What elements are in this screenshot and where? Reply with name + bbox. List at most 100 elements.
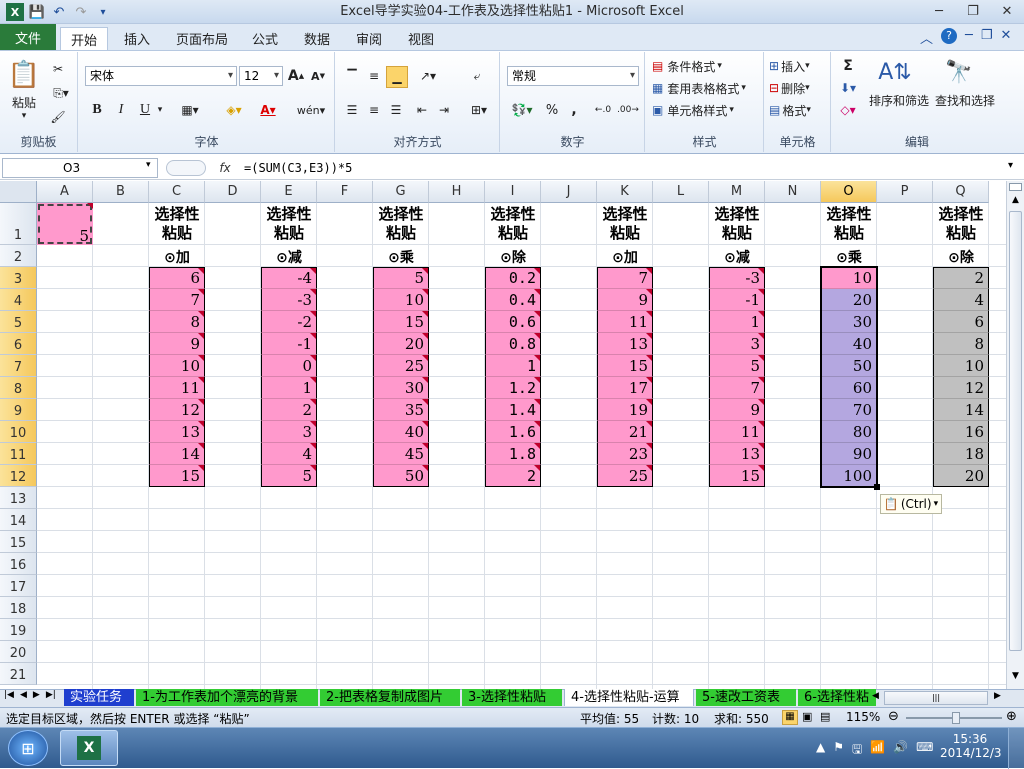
data-cell[interactable]: 18 (933, 443, 989, 465)
close-icon[interactable]: ✕ (990, 0, 1024, 22)
decrease-decimal-icon[interactable]: .00→ (617, 100, 639, 120)
data-cell[interactable]: 2 (485, 465, 541, 487)
delete-cells-button[interactable]: ⊟ 删除 ▾ (769, 78, 829, 98)
language-icon[interactable]: ⌨ (916, 740, 933, 761)
data-cell[interactable]: 7 (597, 267, 653, 289)
row-header[interactable]: 12 (0, 465, 37, 487)
data-cell[interactable]: 19 (597, 399, 653, 421)
data-cell[interactable]: 3 (261, 421, 317, 443)
clock[interactable]: 15:36 2014/12/3 (940, 732, 1002, 760)
data-cell[interactable]: 3 (709, 333, 765, 355)
show-hidden-icons-icon[interactable]: ▲ (816, 740, 825, 761)
zoom-in-icon[interactable]: ⊕ (1006, 709, 1017, 724)
insert-function-button[interactable]: fx (214, 158, 236, 178)
data-cell[interactable]: 35 (373, 399, 429, 421)
column-header[interactable]: Q (933, 181, 989, 203)
font-color-icon[interactable]: A▾ (253, 100, 283, 120)
data-cell[interactable]: 7 (149, 289, 205, 311)
row-header[interactable]: 6 (0, 333, 37, 355)
flag-icon[interactable]: ⚑ (833, 740, 844, 761)
fill-color-icon[interactable]: ◈▾ (219, 100, 249, 120)
sheet-tab-2[interactable]: 2-把表格复制成图片 (320, 689, 460, 706)
column-header[interactable]: F (317, 181, 373, 203)
cell-a1[interactable]: 5 (37, 203, 93, 245)
align-left-icon[interactable]: ☰ (342, 100, 362, 120)
column-header[interactable]: N (765, 181, 821, 203)
data-cell[interactable]: 45 (373, 443, 429, 465)
row-header[interactable]: 5 (0, 311, 37, 333)
underline-button[interactable]: U (135, 100, 155, 120)
column-header[interactable]: D (205, 181, 261, 203)
data-cell[interactable]: 1.6 (485, 421, 541, 443)
column-header[interactable]: G (373, 181, 429, 203)
data-cell[interactable]: 9 (597, 289, 653, 311)
data-cell[interactable]: 0.6 (485, 311, 541, 333)
data-cell[interactable]: 21 (597, 421, 653, 443)
split-box[interactable] (1009, 183, 1022, 191)
data-cell[interactable]: 5 (261, 465, 317, 487)
formula-bar-handle[interactable] (166, 160, 206, 176)
format-cells-button[interactable]: ▤ 格式 ▾ (769, 100, 829, 120)
data-cell[interactable]: 17 (597, 377, 653, 399)
align-middle-icon[interactable]: ≡ (364, 66, 384, 86)
zoom-out-icon[interactable]: ⊖ (888, 709, 899, 724)
accounting-format-icon[interactable]: 💱▾ (507, 100, 537, 120)
data-cell[interactable]: -3 (709, 267, 765, 289)
data-cell[interactable]: 4 (261, 443, 317, 465)
scroll-left-icon[interactable]: ◀ (872, 691, 879, 701)
data-cell[interactable]: 0.4 (485, 289, 541, 311)
undo-icon[interactable]: ↶ (50, 3, 68, 21)
find-icon[interactable]: 🔭 (944, 56, 974, 88)
copy-icon[interactable]: ⎘▾ (48, 84, 74, 102)
italic-button[interactable]: I (111, 100, 131, 120)
data-cell[interactable]: 30 (373, 377, 429, 399)
data-cell[interactable]: 1.8 (485, 443, 541, 465)
sort-filter-icon[interactable]: A⇅ (878, 56, 912, 88)
collapse-ribbon-icon[interactable]: ︿ (920, 28, 933, 47)
doc-restore-icon[interactable]: ❐ (981, 28, 993, 47)
insert-cells-button[interactable]: ⊞ 插入 ▾ (769, 56, 829, 76)
data-cell[interactable]: 5 (709, 355, 765, 377)
shrink-font-icon[interactable]: A ▼ (309, 66, 327, 86)
data-cell[interactable]: 12 (933, 377, 989, 399)
grow-font-icon[interactable]: A ▲ (287, 66, 305, 86)
restore-icon[interactable]: ❐ (956, 0, 990, 22)
decrease-indent-icon[interactable]: ⇤ (412, 100, 432, 120)
data-cell[interactable]: 15 (373, 311, 429, 333)
column-header[interactable]: B (93, 181, 149, 203)
data-cell[interactable]: 9 (149, 333, 205, 355)
data-cell[interactable]: 6 (933, 311, 989, 333)
percent-button[interactable]: % (543, 100, 561, 120)
data-cell[interactable]: 15 (709, 465, 765, 487)
row-header[interactable]: 19 (0, 619, 37, 641)
font-size-combo[interactable]: 12 (239, 66, 283, 86)
tab-review[interactable]: 审阅 (346, 27, 392, 50)
data-cell[interactable]: 10 (373, 289, 429, 311)
column-header[interactable]: I (485, 181, 541, 203)
data-cell[interactable]: 10 (933, 355, 989, 377)
sheet-tab-4-active[interactable]: 4-选择性粘贴-运算 (564, 689, 694, 706)
tab-home[interactable]: 开始 (60, 27, 109, 50)
data-cell[interactable]: 14 (149, 443, 205, 465)
row-header[interactable]: 4 (0, 289, 37, 311)
paste-button[interactable]: 粘贴 (6, 94, 42, 110)
data-cell[interactable]: 25 (597, 465, 653, 487)
data-cell[interactable]: 1 (261, 377, 317, 399)
data-cell[interactable]: 50 (373, 465, 429, 487)
doc-close-icon[interactable]: ✕ (1001, 28, 1012, 47)
data-cell[interactable]: 6 (149, 267, 205, 289)
data-cell[interactable]: 23 (597, 443, 653, 465)
page-break-view-icon[interactable]: ▤ (820, 710, 830, 723)
data-cell[interactable]: 13 (709, 443, 765, 465)
bold-button[interactable]: B (87, 100, 107, 120)
data-cell[interactable]: 20 (373, 333, 429, 355)
row-header[interactable]: 21 (0, 663, 37, 685)
name-box[interactable]: O3 (2, 158, 158, 178)
zoom-level[interactable]: 115% (846, 710, 880, 724)
row-header[interactable]: 9 (0, 399, 37, 421)
border-icon[interactable]: ▦▾ (175, 100, 205, 120)
tab-view[interactable]: 视图 (398, 27, 444, 50)
sheet-tab-3[interactable]: 3-选择性粘贴 (462, 689, 562, 706)
taskbar-excel-button[interactable]: X (60, 730, 118, 766)
data-cell[interactable]: -3 (261, 289, 317, 311)
